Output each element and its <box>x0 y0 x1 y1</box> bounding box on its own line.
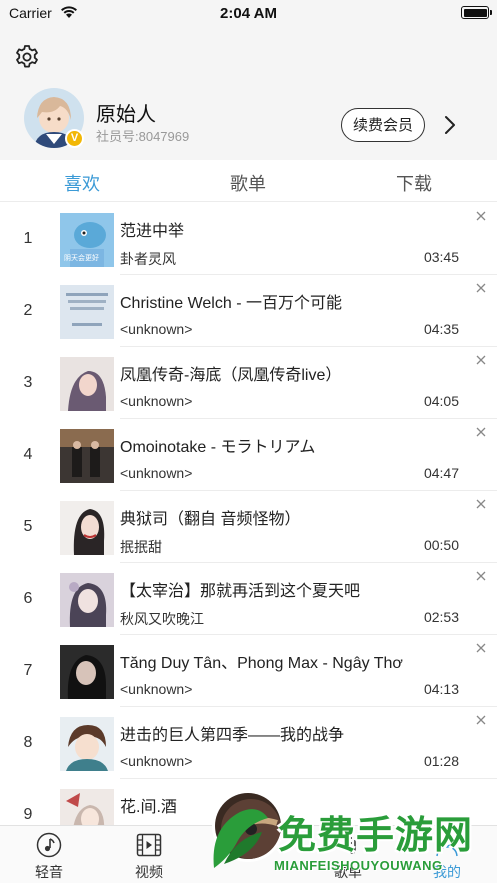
song-index: 5 <box>23 518 33 535</box>
song-index: 6 <box>23 590 33 607</box>
album-cover <box>60 789 114 825</box>
tab-bar-mine[interactable]: 我的 <box>407 826 487 883</box>
song-artist: <unknown> <box>120 393 193 409</box>
tab-bar-label: 轻音 <box>35 864 63 880</box>
song-index: 9 <box>23 806 33 823</box>
album-cover <box>60 285 114 339</box>
album-cover <box>60 429 114 483</box>
avatar[interactable]: V <box>24 88 84 148</box>
vip-badge: V <box>65 129 84 148</box>
song-title: 进击的巨人第四季——我的战争 <box>120 727 345 744</box>
song-duration: 04:35 <box>423 321 459 337</box>
tab-bar-video[interactable]: 视频 <box>109 826 189 883</box>
song-artist: <unknown> <box>120 753 193 769</box>
close-icon[interactable] <box>475 354 487 366</box>
film-icon <box>136 833 162 857</box>
chevron-right-icon[interactable] <box>440 114 460 136</box>
album-cover <box>60 573 114 627</box>
gear-icon[interactable] <box>14 44 40 70</box>
song-duration: 02:53 <box>423 609 459 625</box>
tab-bar-label: 我的 <box>433 864 461 880</box>
song-row[interactable]: 5 典狱司（翻自 音频怪物） 抿抿甜 00:50 <box>0 491 497 563</box>
tab-bar-light-music[interactable]: 轻音 <box>9 826 89 883</box>
now-playing-disc[interactable] <box>212 790 284 862</box>
battery-icon <box>461 6 492 19</box>
tab-downloads[interactable]: 下载 <box>396 170 432 196</box>
user-name: 原始人 <box>96 104 156 126</box>
song-index: 1 <box>23 230 33 247</box>
member-id: 社员号:8047969 <box>96 129 190 144</box>
close-icon[interactable] <box>475 498 487 510</box>
close-icon[interactable] <box>475 642 487 654</box>
song-row[interactable]: 8 进击的巨人第四季——我的战争 <unknown> 01:28 <box>0 707 497 779</box>
song-artist: <unknown> <box>120 465 193 481</box>
song-title: 凤凰传奇-海底（凤凰传奇live） <box>120 367 342 384</box>
song-title: Tăng Duy Tân、Phong Max - Ngây Thơ <box>120 655 403 672</box>
song-duration: 04:13 <box>423 681 459 697</box>
song-artist: 抿抿甜 <box>120 539 162 555</box>
song-list: 1 阴天会更好 范进中举 卦者灵风 03:45 2 Christine Welc… <box>0 203 497 825</box>
album-cover <box>60 357 114 411</box>
song-artist: <unknown> <box>120 681 193 697</box>
album-cover <box>60 501 114 555</box>
song-duration: 03:45 <box>423 249 459 265</box>
song-index: 7 <box>23 662 33 679</box>
song-row[interactable]: 7 Tăng Duy Tân、Phong Max - Ngây Thơ <unk… <box>0 635 497 707</box>
song-duration: 01:28 <box>423 753 459 769</box>
song-artist: 秋风又吹晚江 <box>120 611 204 627</box>
song-title: Christine Welch - 一百万个可能 <box>120 295 342 312</box>
clock: 2:04 AM <box>220 5 277 22</box>
status-bar: Carrier 2:04 AM <box>0 0 497 26</box>
close-icon[interactable] <box>475 210 487 222</box>
profile-header: V 原始人 社员号:8047969 续费会员 <box>0 26 497 160</box>
song-index: 3 <box>23 374 33 391</box>
close-icon[interactable] <box>475 570 487 582</box>
close-icon[interactable] <box>475 282 487 294</box>
music-note-icon <box>36 832 62 858</box>
song-row[interactable]: 1 阴天会更好 范进中举 卦者灵风 03:45 <box>0 203 497 275</box>
song-title: 花.间.酒 <box>120 799 177 816</box>
album-cover: 阴天会更好 <box>60 213 114 267</box>
song-artist: 卦者灵风 <box>120 251 176 267</box>
cover-caption: 阴天会更好 <box>64 255 99 262</box>
song-duration: 00:50 <box>423 537 459 553</box>
profile-icon <box>436 835 458 857</box>
tab-playlists[interactable]: 歌单 <box>230 170 266 196</box>
song-title: 典狱司（翻自 音频怪物） <box>120 511 301 528</box>
song-title: 【太宰治】那就再活到这个夏天吧 <box>120 583 361 600</box>
song-row[interactable]: 6 【太宰治】那就再活到这个夏天吧 秋风又吹晚江 02:53 <box>0 563 497 635</box>
close-icon[interactable] <box>475 714 487 726</box>
tab-likes[interactable]: 喜欢 <box>64 170 100 196</box>
song-index: 2 <box>23 302 33 319</box>
song-artist: <unknown> <box>120 321 193 337</box>
song-row[interactable]: 3 凤凰传奇-海底（凤凰传奇live） <unknown> 04:05 <box>0 347 497 419</box>
library-tabs: 喜欢 歌单 下载 <box>0 160 497 202</box>
song-index: 4 <box>23 446 33 463</box>
song-row[interactable]: 4 Omoinotake - モラトリアム <unknown> 04:47 <box>0 419 497 491</box>
album-cover <box>60 645 114 699</box>
song-row[interactable]: 2 Christine Welch - 一百万个可能 <unknown> 04:… <box>0 275 497 347</box>
tab-bar-label: 歌单 <box>334 864 362 880</box>
renew-membership-button[interactable]: 续费会员 <box>341 108 425 142</box>
close-icon[interactable] <box>475 426 487 438</box>
song-title: Omoinotake - モラトリアム <box>120 439 316 456</box>
song-title: 范进中举 <box>120 223 185 240</box>
song-duration: 04:05 <box>423 393 459 409</box>
playlist-icon <box>338 837 356 854</box>
tab-bar-label: 视频 <box>135 864 163 880</box>
tab-bar-playlist[interactable]: 歌单 <box>308 826 388 883</box>
song-duration: 04:47 <box>423 465 459 481</box>
album-cover <box>60 717 114 771</box>
song-index: 8 <box>23 734 33 751</box>
